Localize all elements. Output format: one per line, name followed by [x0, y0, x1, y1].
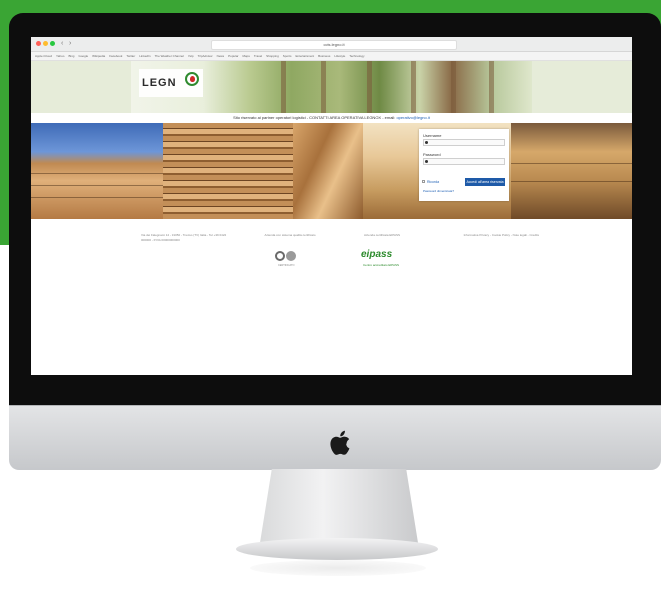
leaf-emblem-icon — [185, 72, 199, 86]
monitor-stand-base — [236, 538, 438, 560]
footer-address: Via dei Falegnami 12 - 31050 - Treviso (… — [141, 233, 227, 242]
close-window-button[interactable] — [36, 41, 41, 46]
lumber-photo-5 — [511, 123, 632, 219]
username-field[interactable] — [423, 139, 505, 146]
browser-titlebar: ‹ › ccts.legno.it — [31, 37, 632, 52]
bookmark-item[interactable]: Business — [318, 52, 330, 60]
certification-logo — [275, 251, 297, 263]
bookmark-item[interactable]: LinkedIn — [139, 52, 150, 60]
contact-email-link[interactable]: operativo@legno.it — [396, 115, 429, 120]
username-label: Username — [423, 133, 442, 138]
hero-image-strip — [31, 123, 632, 219]
lumber-photo-1 — [31, 123, 163, 219]
bookmark-item[interactable]: Bing — [68, 52, 74, 60]
bookmark-item[interactable]: Sports — [283, 52, 292, 60]
address-bar[interactable]: ccts.legno.it — [211, 40, 457, 50]
screen: ‹ › ccts.legno.it Apple iCloud Yahoo Bing G… — [31, 37, 632, 375]
password-field[interactable] — [423, 158, 505, 165]
stand-shadow — [250, 560, 426, 576]
bookmark-item[interactable]: Yahoo — [56, 52, 64, 60]
info-bar: Sito riservato ai partner operatori logi… — [31, 113, 632, 123]
bookmark-item[interactable]: Shopping — [266, 52, 279, 60]
bookmark-item[interactable]: Travel — [254, 52, 262, 60]
eipass-logo: eipass — [361, 249, 393, 260]
bookmark-item[interactable]: Google — [78, 52, 88, 60]
bookmarks-bar: Apple iCloud Yahoo Bing Google Wikipedia Face… — [31, 52, 632, 61]
bookmark-item[interactable]: Apple iCloud — [35, 52, 52, 60]
login-button[interactable]: Accedi all'area riservata — [465, 178, 505, 186]
lumber-photo-2 — [163, 123, 293, 219]
bookmark-item[interactable]: The Weather Channel — [155, 52, 184, 60]
bookmark-item[interactable]: Technology — [349, 52, 364, 60]
forward-button[interactable]: › — [69, 39, 71, 48]
password-label: Password — [423, 152, 441, 157]
footer-legal-links[interactable]: Informativa Privacy - Cookie Policy - No… — [449, 233, 539, 238]
back-button[interactable]: ‹ — [61, 39, 63, 48]
bookmark-item[interactable]: Lifestyle — [334, 52, 345, 60]
user-icon — [425, 141, 428, 144]
forgot-password-link[interactable]: Password dimenticata? — [423, 189, 454, 193]
bookmark-item[interactable]: Maps — [243, 52, 250, 60]
logo-text: LEGN — [142, 77, 177, 89]
certification-label: CERTIFICATO — [278, 264, 295, 267]
bookmark-item[interactable]: Wikipedia — [92, 52, 105, 60]
footer-quality: Azienda con sistema qualità certificato — [264, 233, 316, 237]
remember-label: Ricorda — [427, 180, 440, 184]
lumber-photo-3 — [293, 123, 363, 219]
footer-eipass: Azienda certificata EIPASS — [364, 233, 400, 237]
bookmark-item[interactable]: News — [217, 52, 225, 60]
apple-logo-icon — [330, 430, 350, 455]
eipass-subtitle: Centro accreditato EIPASS — [363, 263, 399, 267]
bookmark-item[interactable]: Entertainment — [295, 52, 314, 60]
maximize-window-button[interactable] — [50, 41, 55, 46]
site-logo[interactable]: LEGN — [139, 69, 203, 97]
login-box: Username Password Ricorda Accedi all'are… — [419, 129, 509, 201]
site-header: LEGN — [31, 61, 632, 113]
site-footer: Via dei Falegnami 12 - 31050 - Treviso (… — [31, 227, 632, 287]
bookmark-item[interactable]: Popular — [228, 52, 238, 60]
remember-checkbox[interactable] — [422, 180, 425, 183]
info-text: Sito riservato ai partner operatori logi… — [233, 115, 397, 120]
bookmark-item[interactable]: TripAdvisor — [198, 52, 213, 60]
bookmark-item[interactable]: Yelp — [188, 52, 194, 60]
bookmark-item[interactable]: Twitter — [126, 52, 135, 60]
minimize-window-button[interactable] — [43, 41, 48, 46]
lock-icon — [425, 160, 428, 163]
monitor-stand-neck — [259, 469, 419, 549]
bookmark-item[interactable]: Facebook — [109, 52, 122, 60]
